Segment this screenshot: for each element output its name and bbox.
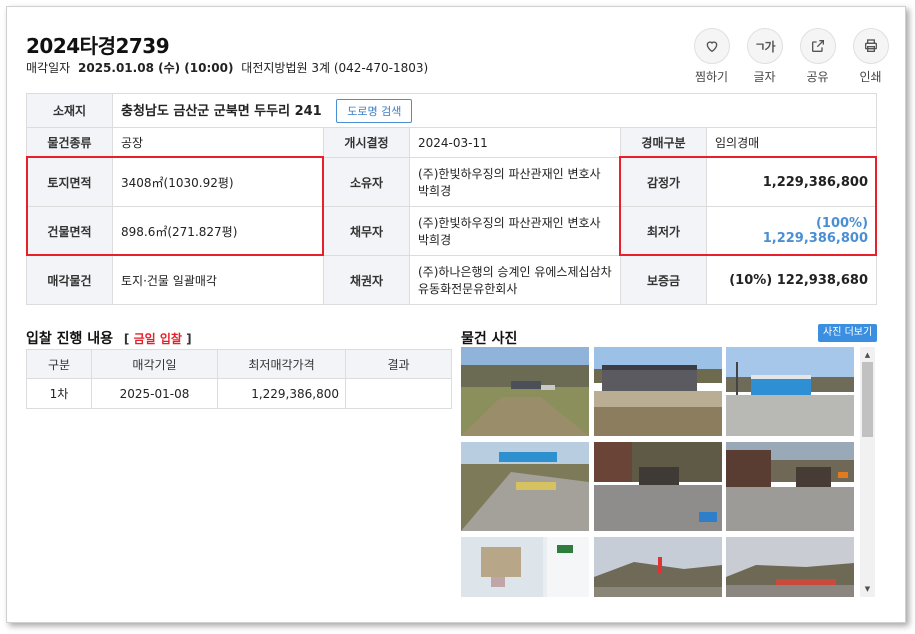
start-decision-label: 개시결정 <box>323 127 410 158</box>
auction-type-value: 임의경매 <box>705 127 878 158</box>
land-row: 토지면적 3408㎡(1030.92평) 소유자 (주)한빛하우징의 파산관재인… <box>26 157 878 207</box>
bid-progress-heading: 입찰 진행 내용 <box>26 331 114 347</box>
today-bid-text: 금일 입찰 <box>133 332 182 346</box>
bid-col-price: 최저매각가격 <box>217 349 346 379</box>
land-area-label: 토지면적 <box>26 157 113 207</box>
property-photo[interactable] <box>461 347 589 436</box>
property-photo[interactable] <box>726 442 854 531</box>
scroll-down-icon[interactable]: ▼ <box>860 583 875 595</box>
bid-col-round: 구분 <box>26 349 92 379</box>
scrollbar-thumb[interactable] <box>862 362 873 437</box>
location-value: 충청남도 금산군 군북면 두두리 241 <box>121 103 322 119</box>
today-bid-tag: [ 금일 입찰 ] <box>123 332 192 346</box>
court-info: 대전지방법원 3계 (042-470-1803) <box>241 61 429 75</box>
scroll-up-icon[interactable]: ▲ <box>860 349 875 361</box>
case-number: 2024타경2739 <box>26 34 170 58</box>
bid-date: 2025-01-08 <box>91 378 218 409</box>
property-type-value: 공장 <box>112 127 324 158</box>
property-type-label: 물건종류 <box>26 127 113 158</box>
share-button[interactable]: 공유 <box>799 28 836 85</box>
deposit-label: 보증금 <box>620 255 707 305</box>
debtor-value: (주)한빛하우징의 파산관재인 변호사 박희경 <box>409 206 621 256</box>
deposit-value: (10%) 122,938,680 <box>705 255 878 305</box>
land-area-value: 3408㎡(1030.92평) <box>112 157 324 207</box>
property-info-table: 소재지 충청남도 금산군 군북면 두두리 241 도로명 검색 물건종류 공장 … <box>26 93 878 305</box>
bid-progress-table: 구분 매각기일 최저매각가격 결과 1차 2025-01-08 1,229,38… <box>26 349 452 409</box>
bid-round: 1차 <box>26 378 92 409</box>
more-photos-button[interactable]: 사진 더보기 <box>818 324 878 342</box>
share-label: 공유 <box>806 70 829 84</box>
debtor-label: 채무자 <box>323 206 410 256</box>
appraisal-label: 감정가 <box>620 157 707 207</box>
creditor-value: (주)하나은행의 승계인 유에스제십삼차유동화전문유한회사 <box>409 255 621 305</box>
favorite-label: 찜하기 <box>694 70 729 84</box>
sale-object-row: 매각물건 토지·건물 일괄매각 채권자 (주)하나은행의 승계인 유에스제십삼차… <box>26 255 878 305</box>
text-size-button[interactable]: ㄱ가 글자 <box>746 28 783 85</box>
type-row: 물건종류 공장 개시결정 2024-03-11 경매구분 임의경매 <box>26 127 878 158</box>
auction-type-label: 경매구분 <box>620 127 707 158</box>
print-icon <box>852 28 889 64</box>
photo-gallery <box>461 347 875 597</box>
share-icon <box>799 28 836 64</box>
creditor-label: 채권자 <box>323 255 410 305</box>
print-button[interactable]: 인쇄 <box>852 28 889 85</box>
table-row: 1차 2025-01-08 1,229,386,800 <box>26 378 452 409</box>
property-photo[interactable] <box>461 537 589 597</box>
bid-result <box>345 378 452 409</box>
print-label: 인쇄 <box>859 70 882 84</box>
heart-icon <box>693 28 730 64</box>
location-cell: 충청남도 금산군 군북면 두두리 241 도로명 검색 <box>111 93 878 128</box>
bid-table-header: 구분 매각기일 최저매각가격 결과 <box>26 349 452 379</box>
bid-progress-title: 입찰 진행 내용 [ 금일 입찰 ] <box>26 328 192 348</box>
property-photo[interactable] <box>594 537 722 597</box>
sale-object-value: 토지·건물 일괄매각 <box>112 255 324 305</box>
owner-label: 소유자 <box>323 157 410 207</box>
property-photo[interactable] <box>461 442 589 531</box>
property-photo[interactable] <box>726 537 854 597</box>
building-area-label: 건물면적 <box>26 206 113 256</box>
action-bar: 찜하기 ㄱ가 글자 공유 인쇄 <box>693 28 889 85</box>
sale-info: 매각일자 2025.01.08 (수) (10:00) 대전지방법원 3계 (0… <box>26 59 428 76</box>
bid-price: 1,229,386,800 <box>217 378 346 409</box>
sale-object-label: 매각물건 <box>26 255 113 305</box>
favorite-button[interactable]: 찜하기 <box>693 28 730 85</box>
start-decision-value: 2024-03-11 <box>409 127 621 158</box>
bid-col-date: 매각기일 <box>91 349 218 379</box>
text-size-icon: ㄱ가 <box>746 28 783 64</box>
owner-value: (주)한빛하우징의 파산관재인 변호사 박희경 <box>409 157 621 207</box>
sale-date: 2025.01.08 (수) (10:00) <box>78 61 234 75</box>
property-photo[interactable] <box>594 442 722 531</box>
property-photo[interactable] <box>594 347 722 436</box>
building-area-value: 898.6㎡(271.827평) <box>112 206 324 256</box>
location-row: 소재지 충청남도 금산군 군북면 두두리 241 도로명 검색 <box>26 93 878 128</box>
property-photo[interactable] <box>726 347 854 436</box>
appraisal-value: 1,229,386,800 <box>705 157 878 207</box>
text-size-label: 글자 <box>753 70 776 84</box>
building-row: 건물면적 898.6㎡(271.827평) 채무자 (주)한빛하우징의 파산관재… <box>26 206 878 256</box>
road-address-search-button[interactable]: 도로명 검색 <box>336 98 413 123</box>
location-label: 소재지 <box>26 93 113 128</box>
sale-date-label: 매각일자 <box>26 61 71 75</box>
minimum-price-value: (100%) 1,229,386,800 <box>705 206 878 256</box>
minimum-price-label: 최저가 <box>620 206 707 256</box>
bid-col-result: 결과 <box>345 349 452 379</box>
photos-title: 물건 사진 <box>461 331 518 347</box>
